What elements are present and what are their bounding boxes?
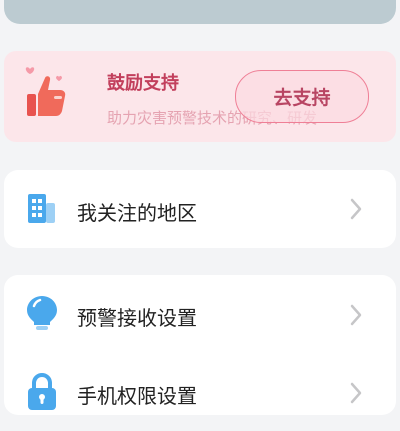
- followed-regions-row[interactable]: 我关注的地区: [4, 170, 396, 248]
- alert-receive-settings-row[interactable]: 预警接收设置: [4, 275, 396, 353]
- support-title: 鼓励支持: [107, 73, 179, 94]
- followed-regions-label: 我关注的地区: [77, 201, 197, 225]
- lightbulb-icon: [27, 296, 57, 330]
- phone-permission-settings-label: 手机权限设置: [77, 384, 197, 408]
- top-banner: [4, 0, 396, 24]
- chevron-right-icon: [350, 304, 362, 326]
- chevron-right-icon: [350, 382, 362, 404]
- settings-card-region: 我关注的地区: [4, 170, 396, 248]
- chevron-right-icon: [350, 198, 362, 220]
- support-button[interactable]: 去支持: [235, 70, 369, 123]
- support-card: 鼓励支持 助力灾害预警技术的研究、研发 去支持: [4, 51, 396, 142]
- settings-card-alerts: 预警接收设置 手机权限设置: [4, 275, 396, 415]
- phone-permission-settings-row[interactable]: 手机权限设置: [4, 353, 396, 431]
- alert-receive-settings-label: 预警接收设置: [77, 306, 197, 330]
- building-icon: [28, 194, 55, 223]
- lock-icon: [28, 372, 56, 410]
- thumbs-up-icon: [25, 67, 66, 116]
